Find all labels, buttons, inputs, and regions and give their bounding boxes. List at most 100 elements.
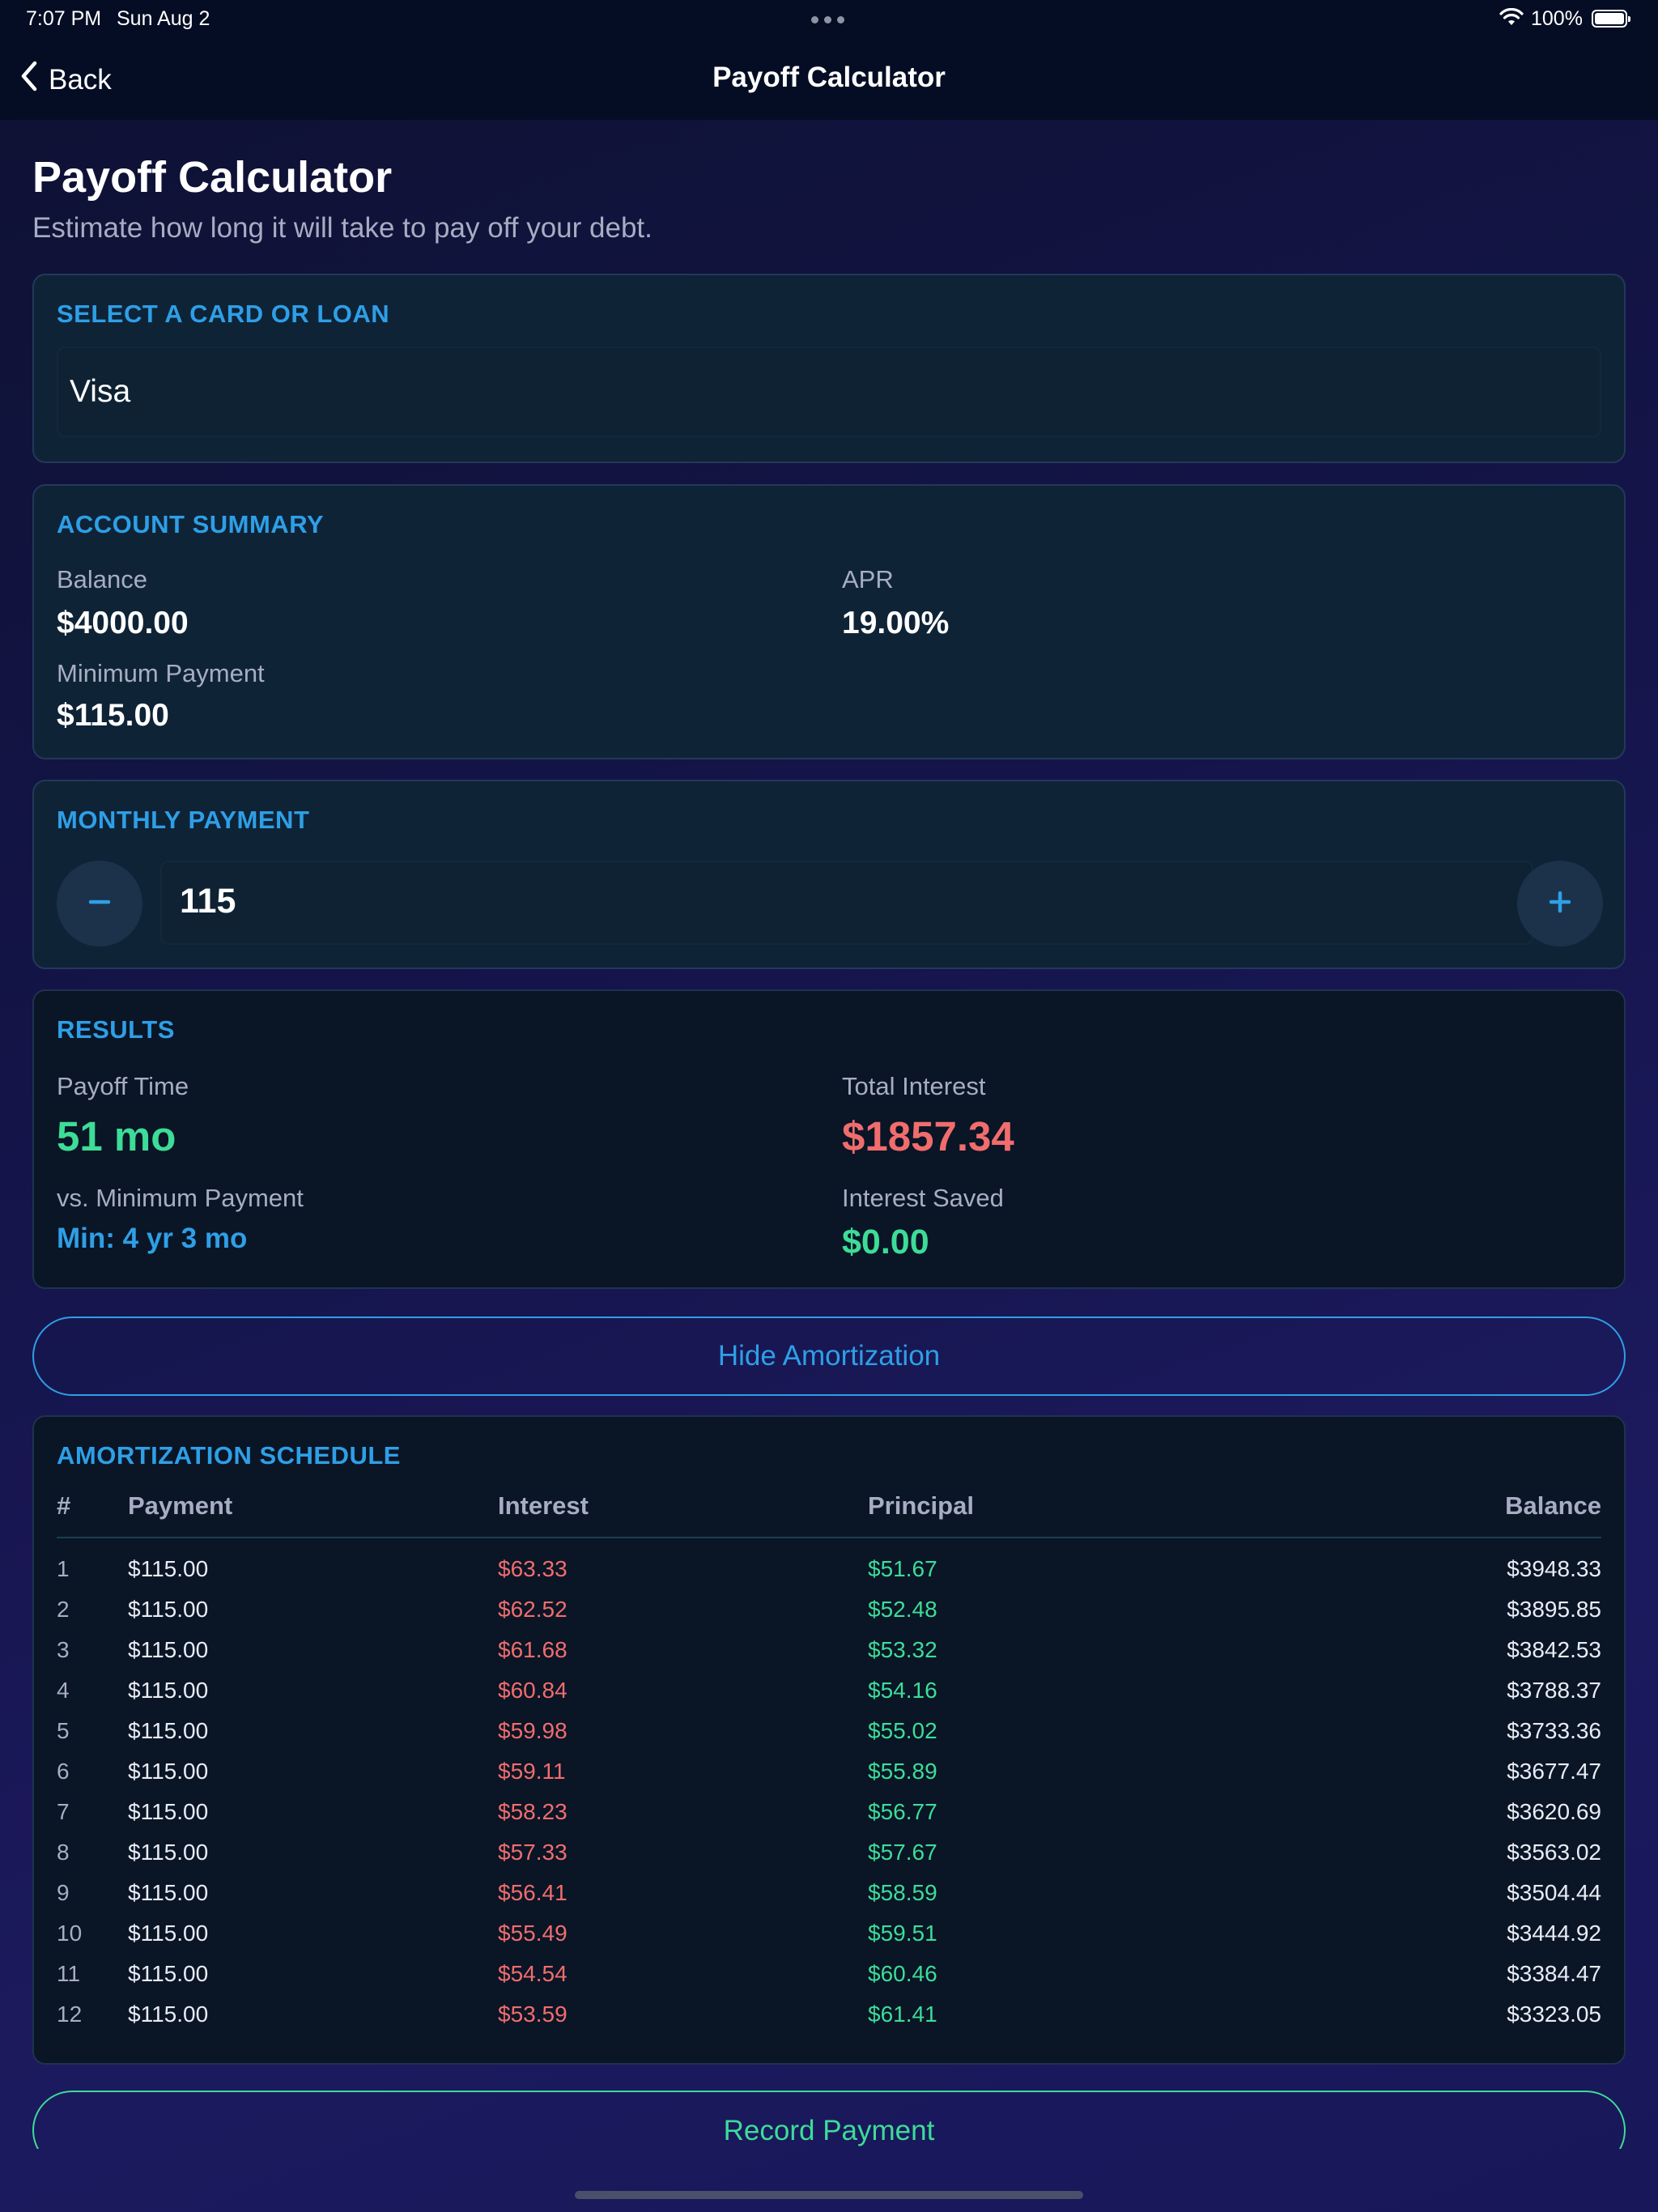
table-cell: $3733.36	[1507, 1718, 1601, 1743]
amortization-section: AMORTIZATION SCHEDULE # Payment Interest…	[32, 1415, 1626, 2065]
table-cell: 9	[57, 1880, 70, 1905]
column-header: Balance	[1505, 1491, 1601, 1520]
table-cell: 1	[57, 1556, 70, 1581]
table-cell: $115.00	[128, 1759, 209, 1784]
table-cell: $3620.69	[1507, 1799, 1601, 1824]
table-cell: $60.84	[498, 1678, 568, 1703]
home-indicator[interactable]	[575, 2191, 1083, 2199]
total-interest-label: Total Interest	[842, 1072, 986, 1100]
card-select[interactable]: Visa	[57, 347, 1601, 437]
column-header: Payment	[128, 1491, 233, 1520]
battery-icon	[1592, 10, 1630, 28]
select-card-section: SELECT A CARD OR LOAN Visa	[32, 274, 1626, 463]
table-cell: $55.49	[498, 1921, 568, 1946]
table-header: # Payment Interest Principal Balance	[57, 1491, 1601, 1538]
section-label: MONTHLY PAYMENT	[57, 806, 310, 834]
record-payment-button[interactable]: Record Payment	[32, 2091, 1626, 2149]
table-cell: $115.00	[128, 1880, 209, 1905]
decrement-button[interactable]	[57, 861, 142, 946]
section-label: AMORTIZATION SCHEDULE	[57, 1441, 401, 1470]
table-cell: $58.59	[868, 1880, 937, 1905]
min-payment-label: Minimum Payment	[57, 659, 265, 687]
table-cell: $57.33	[498, 1840, 568, 1865]
record-payment-container: Record Payment	[32, 2091, 1626, 2149]
table-cell: 2	[57, 1597, 70, 1622]
status-time: 7:07 PM	[26, 7, 102, 30]
table-cell: $3444.92	[1507, 1921, 1601, 1946]
min-payment-value: $115.00	[57, 698, 169, 733]
page-title: Payoff Calculator	[32, 153, 393, 202]
battery-percent: 100%	[1531, 7, 1583, 30]
table-cell: $59.51	[868, 1921, 937, 1946]
table-row: 6 $115.00 $59.11 $55.89 $3677.47	[57, 1759, 1601, 1799]
table-cell: 8	[57, 1840, 70, 1865]
minus-icon	[88, 891, 111, 917]
table-cell: $115.00	[128, 1597, 209, 1622]
table-cell: $115.00	[128, 1718, 209, 1743]
table-cell: $56.77	[868, 1799, 937, 1824]
table-cell: $3895.85	[1507, 1597, 1601, 1622]
apr-label: APR	[842, 565, 894, 593]
payoff-time-label: Payoff Time	[57, 1072, 189, 1100]
table-row: 4 $115.00 $60.84 $54.16 $3788.37	[57, 1678, 1601, 1718]
table-row: 9 $115.00 $56.41 $58.59 $3504.44	[57, 1880, 1601, 1921]
table-cell: $3677.47	[1507, 1759, 1601, 1784]
table-row: 7 $115.00 $58.23 $56.77 $3620.69	[57, 1799, 1601, 1840]
apr-value: 19.00%	[842, 606, 950, 640]
table-row: 12 $115.00 $53.59 $61.41 $3323.05	[57, 2001, 1601, 2042]
vs-minimum-label: vs. Minimum Payment	[57, 1184, 304, 1212]
total-interest-value: $1857.34	[842, 1113, 1014, 1159]
section-label: ACCOUNT SUMMARY	[57, 510, 325, 538]
table-cell: $61.41	[868, 2001, 937, 2027]
navigation-bar: Back Payoff Calculator	[0, 49, 1658, 110]
status-date: Sun Aug 2	[117, 7, 210, 30]
page-subtitle: Estimate how long it will take to pay of…	[32, 212, 653, 244]
table-cell: $57.67	[868, 1840, 937, 1865]
table-row: 8 $115.00 $57.33 $57.67 $3563.02	[57, 1840, 1601, 1880]
section-label: SELECT A CARD OR LOAN	[57, 300, 390, 328]
table-cell: $115.00	[128, 1799, 209, 1824]
table-cell: $53.59	[498, 2001, 568, 2027]
table-cell: $59.98	[498, 1718, 568, 1743]
table-cell: $53.32	[868, 1637, 937, 1662]
monthly-payment-input[interactable]: 115	[160, 861, 1533, 945]
payoff-time-value: 51 mo	[57, 1113, 176, 1159]
table-cell: $115.00	[128, 1961, 209, 1986]
table-row: 2 $115.00 $62.52 $52.48 $3895.85	[57, 1597, 1601, 1637]
table-cell: 6	[57, 1759, 70, 1784]
table-cell: $3948.33	[1507, 1556, 1601, 1581]
increment-button[interactable]	[1517, 861, 1603, 946]
column-header: #	[57, 1491, 71, 1520]
hide-amortization-button[interactable]: Hide Amortization	[32, 1317, 1626, 1396]
vs-minimum-value: Min: 4 yr 3 mo	[57, 1223, 248, 1254]
table-cell: $58.23	[498, 1799, 568, 1824]
table-cell: $63.33	[498, 1556, 568, 1581]
interest-saved-label: Interest Saved	[842, 1184, 1004, 1212]
table-cell: $60.46	[868, 1961, 937, 1986]
column-header: Interest	[498, 1491, 589, 1520]
table-cell: $54.54	[498, 1961, 568, 1986]
multitasking-dots-icon[interactable]	[811, 16, 844, 23]
table-row: 10 $115.00 $55.49 $59.51 $3444.92	[57, 1921, 1601, 1961]
column-header: Principal	[868, 1491, 974, 1520]
table-cell: $59.11	[498, 1759, 566, 1784]
table-cell: 3	[57, 1637, 70, 1662]
account-summary-section: ACCOUNT SUMMARY Balance $4000.00 APR 19.…	[32, 484, 1626, 759]
table-cell: $115.00	[128, 2001, 209, 2027]
table-cell: $61.68	[498, 1637, 568, 1662]
table-cell: $3788.37	[1507, 1678, 1601, 1703]
table-cell: $115.00	[128, 1921, 209, 1946]
table-cell: 7	[57, 1799, 70, 1824]
table-row: 1 $115.00 $63.33 $51.67 $3948.33	[57, 1556, 1601, 1597]
table-row: 11 $115.00 $54.54 $60.46 $3384.47	[57, 1961, 1601, 2001]
table-cell: $3842.53	[1507, 1637, 1601, 1662]
table-cell: $56.41	[498, 1880, 568, 1905]
table-cell: 11	[57, 1961, 81, 1986]
table-cell: 10	[57, 1921, 83, 1946]
balance-value: $4000.00	[57, 606, 189, 640]
top-bar: 7:07 PM Sun Aug 2 100% Back Payoff Calcu…	[0, 0, 1658, 120]
table-cell: $115.00	[128, 1678, 209, 1703]
table-cell: $3384.47	[1507, 1961, 1601, 1986]
monthly-payment-section: MONTHLY PAYMENT 115	[32, 780, 1626, 969]
table-cell: $3563.02	[1507, 1840, 1601, 1865]
